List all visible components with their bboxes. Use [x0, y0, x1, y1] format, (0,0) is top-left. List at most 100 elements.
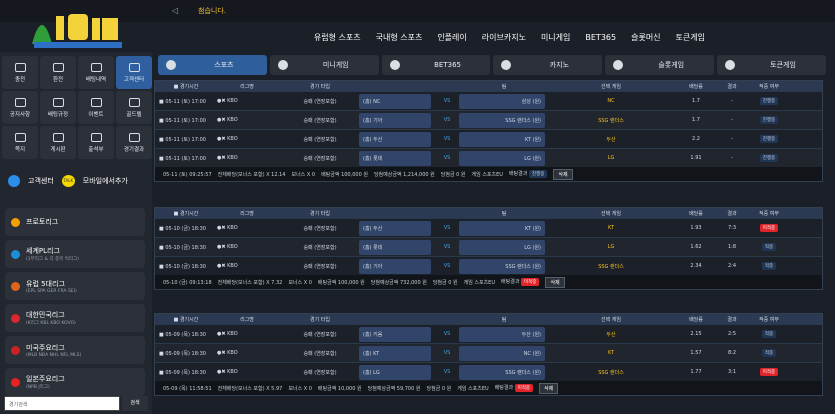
away-team[interactable]: SSG 랜더스 (원) [459, 112, 545, 128]
league-item[interactable]: 일본주요리그 (NPB J리그) [5, 368, 145, 396]
nav-item[interactable]: BET365 [585, 33, 616, 42]
tab-3[interactable]: 카지노 [493, 55, 603, 75]
sidebar-button[interactable]: 충전 [2, 56, 38, 89]
tab-2[interactable]: BET365 [381, 55, 491, 75]
search-input[interactable]: 경기검색 [4, 396, 120, 411]
league-name: ●✖ KBO [217, 263, 238, 269]
sidebar-button[interactable]: 고객센터 [116, 56, 152, 89]
sidebar-button[interactable]: 공지사항 [2, 91, 38, 124]
tab-1[interactable]: 미니게임 [269, 55, 379, 75]
search-button[interactable]: 검색 [122, 396, 148, 411]
column-header: 적중 여부 [759, 316, 779, 323]
document-icon [90, 62, 102, 72]
result: 1:8 [727, 244, 737, 250]
result: - [731, 98, 733, 104]
league-item[interactable]: 프로토리그 [5, 208, 145, 236]
telegram-label[interactable]: 고객센터 [28, 176, 54, 186]
league-icon [11, 345, 20, 355]
away-team[interactable]: NC (원) [459, 345, 545, 361]
gear-icon [52, 97, 64, 107]
sidebar-button[interactable]: 출석부 [78, 126, 114, 159]
sidebar-button[interactable]: 골드텔 [116, 91, 152, 124]
result: 2:4 [727, 263, 737, 269]
notice-text: 첨습니다. [198, 7, 226, 15]
nav-item[interactable]: 국내형 스포츠 [376, 32, 423, 43]
telegram-icon[interactable] [8, 175, 20, 187]
bet-panel: ■ 경기시간 리그명 경기 타입 팀 선택 게임 배당률 결과 적중 여부 ■ 05-09 (목… [154, 313, 823, 396]
home-team[interactable]: (홈) KT [359, 345, 431, 361]
odds: 1.91 [690, 155, 702, 161]
hit-badge: 진행중 [759, 154, 779, 162]
nav-item[interactable]: 토큰게임 [676, 32, 705, 43]
home-team[interactable]: (홈) 롯데 [359, 239, 431, 255]
win-amount: 당첨금 0 원 [432, 279, 458, 286]
sidebar-button-label: 배팅규정 [47, 111, 69, 118]
sidebar-button[interactable]: 게시판 [40, 126, 76, 159]
league-item[interactable]: 미국주요리그 (MLB NBA NHL NFL MLS) [5, 336, 145, 364]
odds: 1.7 [692, 98, 700, 104]
league-item[interactable]: 세계PL리그 (1부리그 & 각 종목 빅리그) [5, 240, 145, 268]
away-team[interactable]: SSG 랜더스 (원) [459, 258, 545, 274]
home-team[interactable]: (홈) 기아 [359, 112, 431, 128]
tab-icon [166, 60, 176, 70]
away-team[interactable]: SSG 랜더스 (원) [459, 364, 545, 380]
home-team[interactable]: (홈) LG [359, 364, 431, 380]
sidebar-button[interactable]: 배팅규정 [40, 91, 76, 124]
tab-icon [389, 60, 400, 70]
kakao-label[interactable]: 모바일에서추가 [83, 176, 128, 186]
selected-pick: KT [608, 225, 614, 231]
away-team[interactable]: 삼성 (원) [459, 93, 545, 109]
sidebar-button[interactable]: 환전 [40, 56, 76, 89]
nav-item[interactable]: 라이브카지노 [482, 32, 526, 43]
delete-button[interactable]: 삭제 [545, 276, 565, 288]
home-team[interactable]: (홈) 롯데 [359, 150, 431, 166]
home-team[interactable]: (홈) 두산 [359, 220, 431, 236]
league-icon [11, 217, 20, 227]
delete-button[interactable]: 삭제 [539, 382, 559, 394]
league-subtitle: (EPL SPA GER FRA SEI) [26, 288, 77, 294]
column-header: 결과 [727, 210, 737, 217]
league-icon [11, 313, 20, 323]
sidebar-button[interactable]: 배팅내역 [78, 56, 114, 89]
bet-amount: 배팅금액 100,000 원 [317, 279, 365, 286]
away-team[interactable]: KT (원) [459, 131, 545, 147]
site-logo[interactable] [22, 4, 132, 50]
league-subtitle: (K리그 KBL KBO KOVO) [26, 321, 76, 326]
kakao-icon[interactable]: TALK [61, 175, 75, 187]
tab-4[interactable]: 슬롯게임 [605, 55, 715, 75]
nav-item[interactable]: 슬롯머신 [631, 32, 660, 43]
home-team[interactable]: (홈) 두산 [359, 131, 431, 147]
league-title: 미국주요리그 [26, 343, 65, 352]
game-tabs: 스포츠 미니게임 BET365 카지노 슬롯게임 토큰게임 [158, 55, 826, 75]
home-team[interactable]: (홈) 기아 [359, 258, 431, 274]
sidebar-button[interactable]: 이벤트 [78, 91, 114, 124]
result: 2:5 [727, 331, 737, 337]
nav-item[interactable]: 유럽형 스포츠 [314, 32, 361, 43]
tab-5[interactable]: 토큰게임 [717, 55, 826, 75]
hit-status: 적중 [745, 349, 789, 357]
league-name: ●✖ KBO [217, 331, 238, 337]
league-item[interactable]: 대한민국리그 (K리그 KBL KBO KOVO) [5, 304, 145, 332]
home-team[interactable]: (홈) NC [359, 93, 431, 109]
away-team[interactable]: 두산 (원) [459, 326, 545, 342]
away-team[interactable]: LG (원) [459, 150, 545, 166]
column-header: 경기 타입 [310, 210, 330, 217]
nav-item[interactable]: 인플레이 [437, 32, 466, 43]
nav-item[interactable]: 미니게임 [541, 32, 570, 43]
hit-status: 미적중 [745, 368, 789, 376]
result: - [731, 136, 733, 142]
delete-button[interactable]: 삭제 [553, 168, 573, 180]
tab-label: 카지노 [549, 61, 570, 69]
away-team[interactable]: KT (원) [459, 220, 545, 236]
league-item[interactable]: 유럽 5대리그 (EPL SPA GER FRA SEI) [5, 272, 145, 300]
bet-type: 승패 (연장포함) [303, 136, 337, 143]
away-team[interactable]: LG (원) [459, 239, 545, 255]
result: - [731, 117, 733, 123]
home-team[interactable]: (홈) 키움 [359, 326, 431, 342]
tab-0[interactable]: 스포츠 [158, 55, 267, 75]
phone-icon [128, 62, 140, 72]
sidebar-button[interactable]: 경기결과 [116, 126, 152, 159]
hit-status: 진행중 [745, 135, 789, 143]
sidebar-button[interactable]: 쪽지 [2, 126, 38, 159]
tab-label: 슬롯게임 [658, 61, 685, 69]
